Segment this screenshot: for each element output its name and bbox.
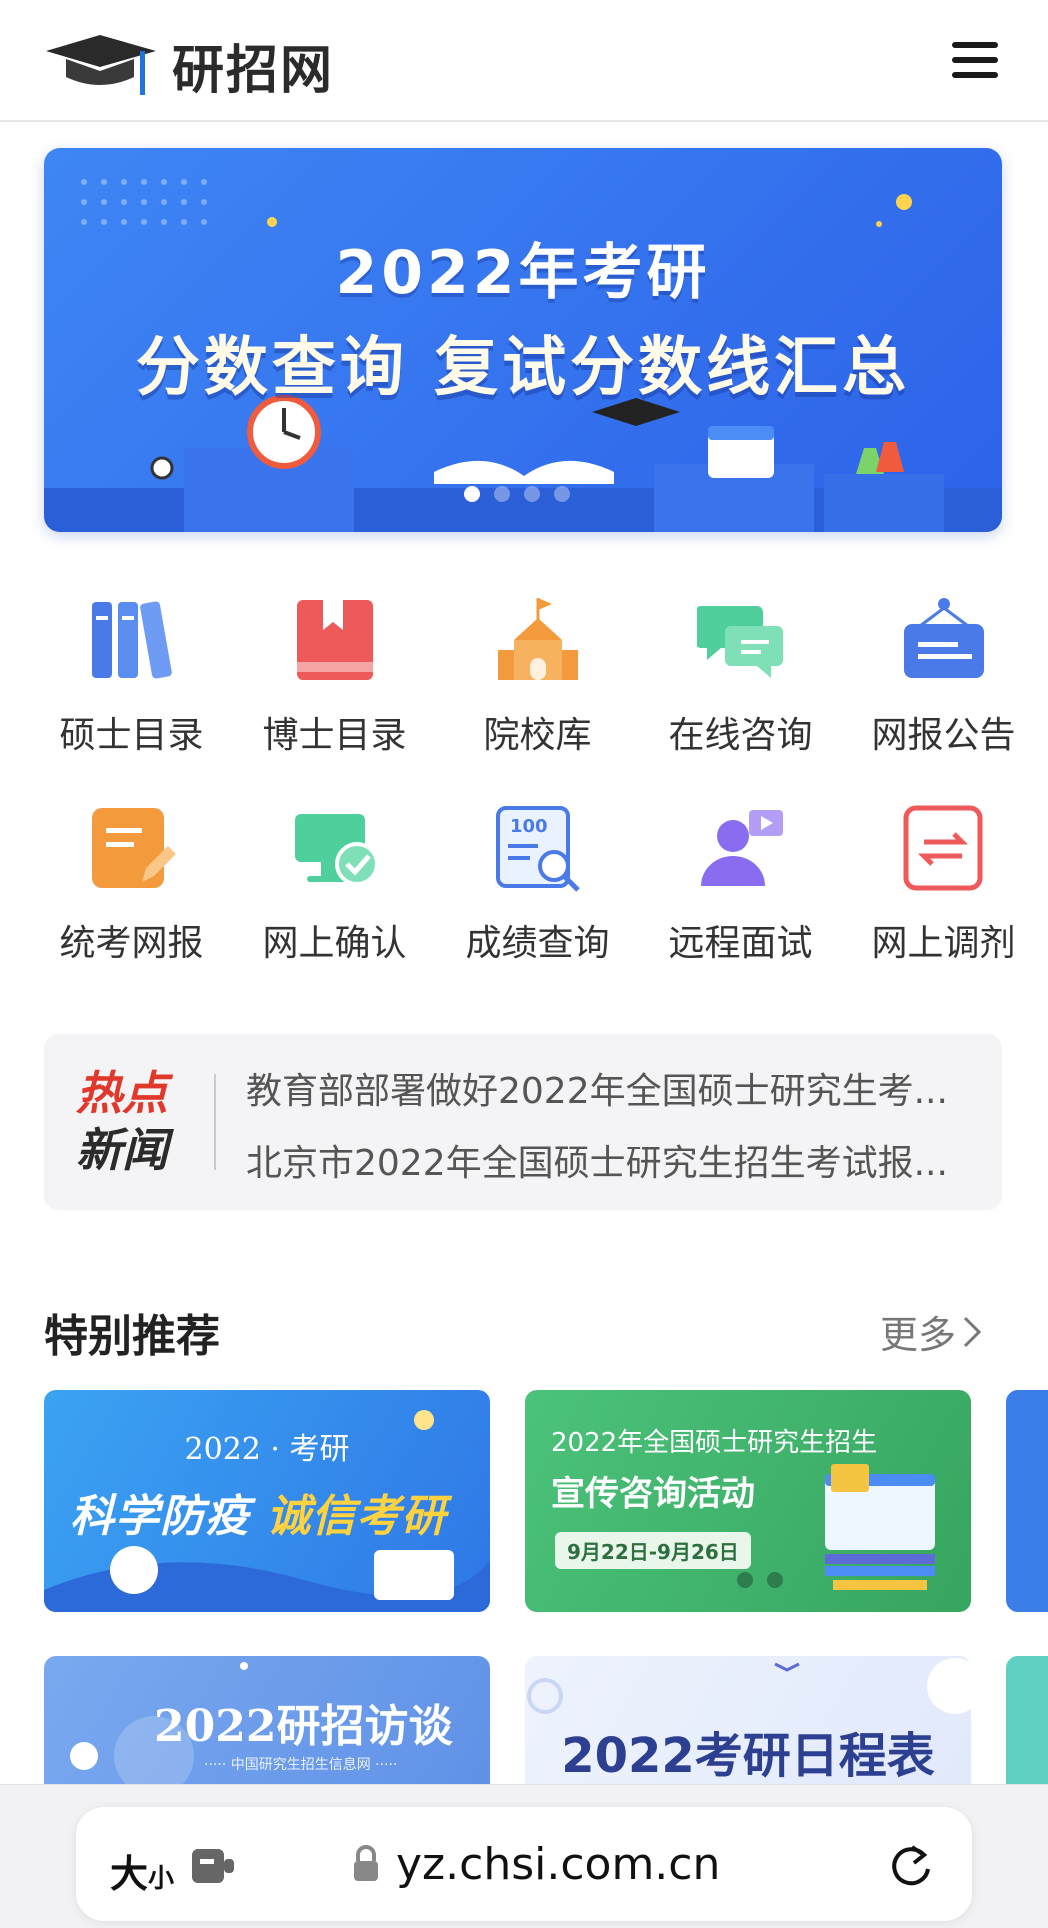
extension-icon[interactable] <box>190 1845 236 1887</box>
grid-label: 在线咨询 <box>668 715 813 756</box>
card-title: 宣传咨询活动 <box>551 1474 755 1514</box>
grid-label: 网上调剂 <box>871 923 1016 964</box>
grid-item-online-consult[interactable]: 在线咨询 <box>639 596 842 760</box>
chevron-right-icon <box>963 1316 982 1347</box>
hot-news-tag: 热点 新闻 <box>76 1066 226 1180</box>
more-link-label: 更多 <box>880 1313 957 1357</box>
carousel-dot[interactable] <box>494 486 510 502</box>
carousel-dots[interactable] <box>464 486 570 502</box>
grid-label: 远程面试 <box>668 923 813 964</box>
grid-label: 成绩查询 <box>465 923 610 964</box>
quick-entry-grid: 硕士目录 博士目录 院校库 在线咨询 网报公告 统考网报 网上确认 100 成绩… <box>30 596 1030 968</box>
card-subtitle: 2022 · 考研 <box>184 1432 350 1467</box>
chat-bubbles-icon <box>696 606 783 678</box>
recommend-card[interactable]: 2022年全国硕士研究生招生 宣传咨询活动 9月22日-9月26日 <box>525 1390 971 1612</box>
grid-label: 网上确认 <box>262 923 407 964</box>
more-link[interactable]: 更多 <box>880 1304 982 1359</box>
top-header: 研招网 <box>0 0 1048 122</box>
text-size-small: 小 <box>148 1864 175 1894</box>
books-icon <box>91 601 172 679</box>
carousel-dot[interactable] <box>464 486 480 502</box>
card-title-highlight: 诚信考研 <box>266 1491 447 1542</box>
browser-bottom-bar: 大小 yz.chsi.com.cn <box>0 1784 1048 1928</box>
card-subtitle: ····· 中国研究生招生信息网 ····· <box>204 1757 398 1773</box>
grid-item-online-confirm[interactable]: 网上确认 <box>233 804 436 968</box>
hero-banner[interactable]: 2022年考研 分数查询 复试分数线汇总 <box>44 148 1002 532</box>
video-user-icon <box>700 810 783 886</box>
card-title: 2022考研日程表 <box>561 1728 935 1784</box>
grid-label: 院校库 <box>483 715 592 756</box>
computer-check-icon <box>294 814 379 886</box>
news-item[interactable]: 北京市2022年全国硕士研究生招生考试报... <box>246 1128 976 1200</box>
news-item[interactable]: 教育部部署做好2022年全国硕士研究生考... <box>246 1056 976 1128</box>
grid-label: 统考网报 <box>59 923 204 964</box>
card-subtitle: 2022年全国硕士研究生招生 <box>551 1428 878 1458</box>
divider <box>214 1074 216 1170</box>
grid-item-school-library[interactable]: 院校库 <box>436 596 639 760</box>
card-title-part: 科学防疫 <box>70 1491 250 1542</box>
grid-item-remote-interview[interactable]: 远程面试 <box>639 804 842 968</box>
grid-item-exam-registration[interactable]: 统考网报 <box>30 804 233 968</box>
score-search-icon: 100 <box>495 806 580 892</box>
graduation-cap-icon <box>46 34 156 95</box>
svg-text:100: 100 <box>510 816 548 837</box>
grid-item-master-catalog[interactable]: 硕士目录 <box>30 596 233 760</box>
carousel-dot[interactable] <box>524 486 540 502</box>
bookmark-book-icon <box>296 600 373 680</box>
grid-item-announcement[interactable]: 网报公告 <box>842 596 1045 760</box>
section-title: 特别推荐 <box>44 1311 220 1362</box>
logo-text: 研招网 <box>172 40 335 101</box>
card-title: 科学防疫 诚信考研 <box>70 1480 446 1544</box>
grid-label: 网报公告 <box>871 715 1016 756</box>
reload-icon[interactable] <box>888 1841 934 1889</box>
transfer-icon <box>903 805 982 891</box>
edit-document-icon <box>91 808 176 888</box>
card-date-badge: 9月22日-9月26日 <box>555 1532 751 1569</box>
banner-headline: 2022年考研 <box>335 238 711 308</box>
news-list: 教育部部署做好2022年全国硕士研究生考... 北京市2022年全国硕士研究生招… <box>246 1056 976 1200</box>
recommend-card-partial[interactable] <box>1006 1390 1048 1612</box>
carousel-dot[interactable] <box>554 486 570 502</box>
hamburger-menu-icon[interactable] <box>952 42 998 82</box>
card-title: 2022研招访谈 <box>154 1701 453 1752</box>
lock-icon <box>354 1845 378 1881</box>
grid-item-score-query[interactable]: 100 成绩查询 <box>436 804 639 968</box>
address-bar[interactable]: 大小 yz.chsi.com.cn <box>76 1807 972 1921</box>
text-size-big: 大 <box>110 1852 149 1896</box>
grid-label: 硕士目录 <box>59 715 204 756</box>
school-building-icon <box>497 598 578 680</box>
grid-label: 博士目录 <box>262 715 407 756</box>
hot-news-panel: 热点 新闻 教育部部署做好2022年全国硕士研究生考... 北京市2022年全国… <box>44 1034 1002 1210</box>
grid-item-online-adjust[interactable]: 网上调剂 <box>842 804 1045 968</box>
url-text[interactable]: yz.chsi.com.cn <box>396 1839 720 1890</box>
notice-board-icon <box>903 598 984 678</box>
recommend-card[interactable]: 2022 · 考研 科学防疫 诚信考研 <box>44 1390 490 1612</box>
site-logo[interactable]: 研招网 <box>44 28 334 103</box>
grid-item-doctor-catalog[interactable]: 博士目录 <box>233 596 436 760</box>
hot-news-tag-line2: 新闻 <box>76 1123 168 1177</box>
hot-news-tag-line1: 热点 <box>76 1066 168 1120</box>
text-size-button[interactable]: 大小 <box>110 1843 174 1898</box>
banner-subheadline: 分数查询 复试分数线汇总 <box>135 331 911 405</box>
